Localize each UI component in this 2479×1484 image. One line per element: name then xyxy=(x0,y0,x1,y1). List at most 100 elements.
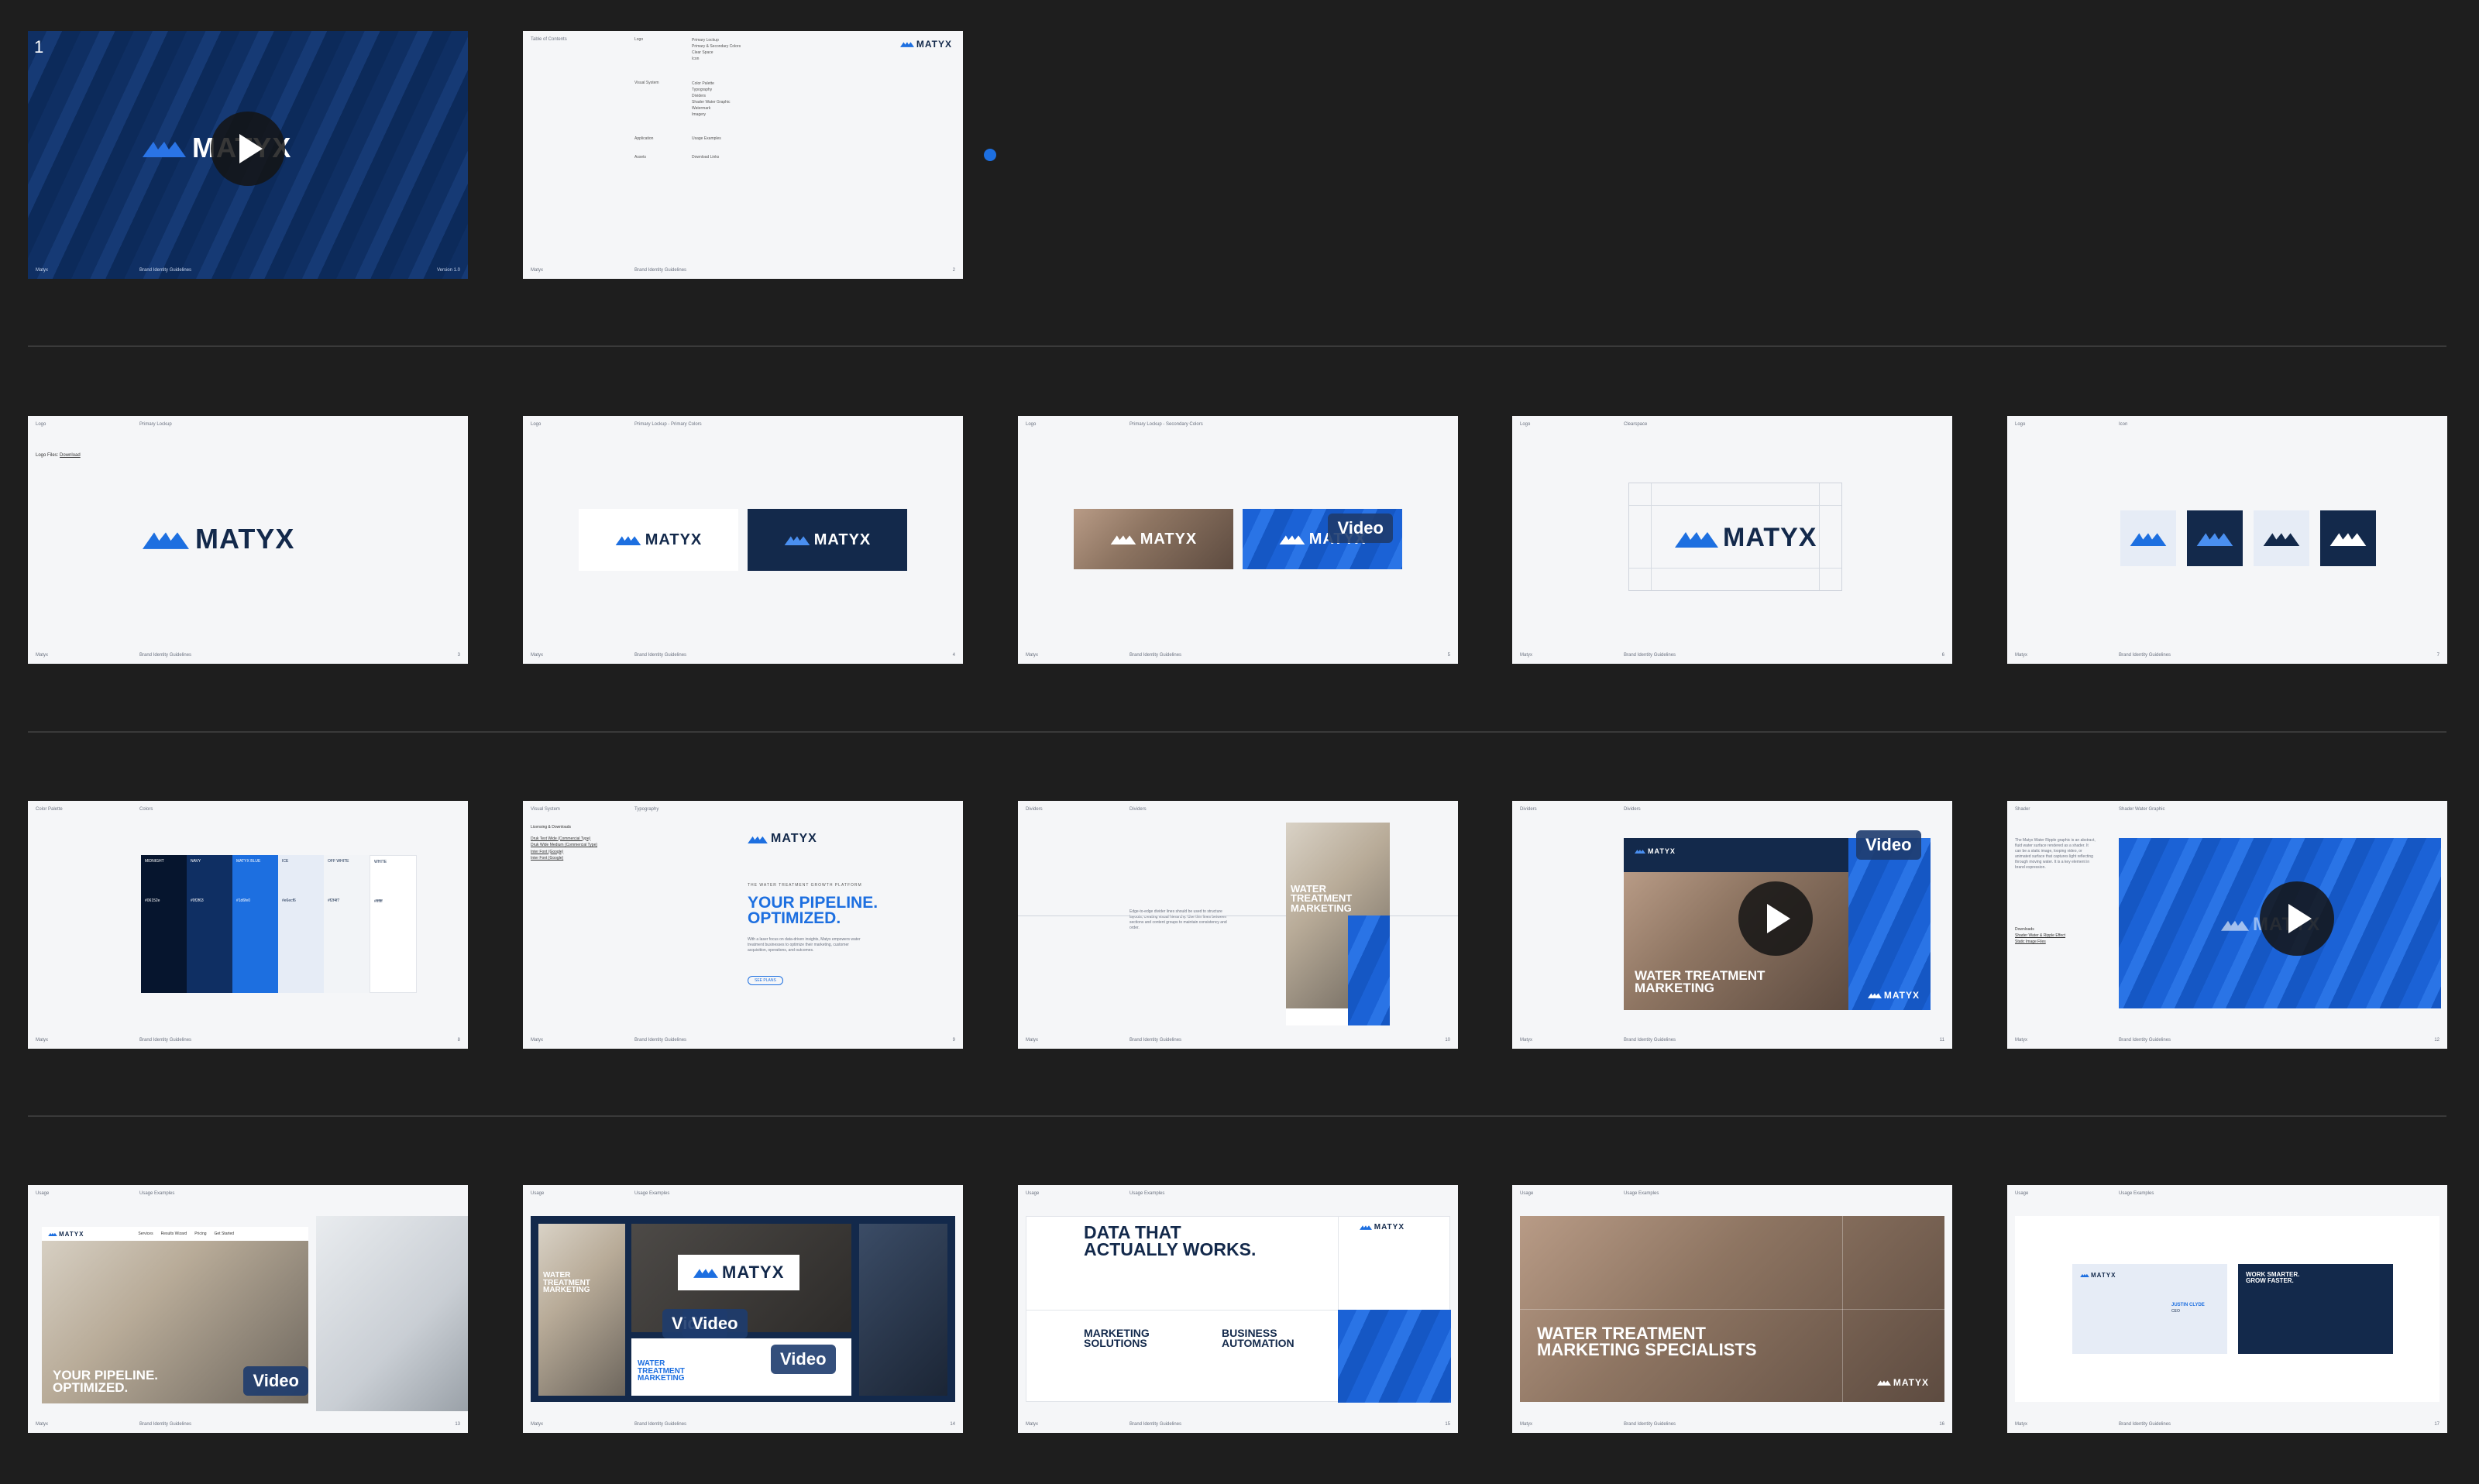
data-headline: DATA THAT ACTUALLY WORKS. xyxy=(1084,1222,1257,1259)
toc-item[interactable]: Shader Water Graphic xyxy=(692,99,731,105)
page-number: 12 xyxy=(2434,1038,2439,1043)
color-swatch[interactable]: NAVY #0f2f63 xyxy=(187,855,232,993)
swatch-hex: #f2f4f7 xyxy=(328,898,340,903)
row-divider xyxy=(28,731,2446,733)
nav-item[interactable]: Services xyxy=(138,1232,153,1236)
slide-16-usage-hero[interactable]: Usage Usage Examples WATER TREATMENT MAR… xyxy=(1512,1185,1952,1433)
slide-7-icon[interactable]: Logo Icon Matyx Brand Identity Guideline… xyxy=(2007,416,2447,664)
play-button[interactable] xyxy=(211,112,285,186)
business-card-back: WORK SMARTER. GROW FASTER. xyxy=(2238,1264,2393,1354)
slide-title: Dividers xyxy=(1129,807,1147,812)
video-badge[interactable]: Video xyxy=(243,1366,308,1396)
toc-item[interactable]: Clear Space xyxy=(692,50,741,56)
slide-3-primary-lockup[interactable]: Logo Primary Lockup Logo Files: Download… xyxy=(28,416,468,664)
color-swatch[interactable]: MIDNIGHT #06152e xyxy=(141,855,187,993)
matyx-mark-icon xyxy=(1867,993,1882,998)
nav-item[interactable]: Get Started xyxy=(215,1232,235,1236)
toc-item[interactable]: Primary & Secondary Colors xyxy=(692,43,741,50)
footer-brand: Matyx xyxy=(1026,1038,1039,1043)
toc-item[interactable]: Imagery xyxy=(692,112,731,118)
nav-item[interactable]: Results Wizard xyxy=(161,1232,187,1236)
color-swatch[interactable]: OFF WHITE #f2f4f7 xyxy=(324,855,370,993)
slide-head: Usage xyxy=(36,1191,50,1196)
download-link[interactable]: Inter Font (Google) xyxy=(531,849,597,856)
slide-15-usage-data[interactable]: Usage Usage Examples DATA THAT ACTUALLY … xyxy=(1018,1185,1458,1433)
toc-item[interactable]: Download Links xyxy=(692,155,719,160)
matyx-mark-icon xyxy=(2196,533,2233,546)
card-headline: WATER TREATMENT MARKETING xyxy=(638,1359,685,1383)
toc-item[interactable]: Typography xyxy=(692,87,731,93)
play-button[interactable] xyxy=(1738,881,1813,956)
footer-title: Brand Identity Guidelines xyxy=(1624,1422,1676,1427)
toc-item[interactable]: Dividers xyxy=(692,93,731,99)
toc-section: Logo xyxy=(634,37,644,42)
slide-10-dividers[interactable]: Dividers Dividers Edge-to-edge divider l… xyxy=(1018,801,1458,1049)
logo-files-link[interactable]: Logo Files: Download xyxy=(36,453,81,458)
matyx-mark-icon xyxy=(1279,535,1305,544)
video-badge[interactable]: Video xyxy=(1328,514,1393,543)
play-button[interactable] xyxy=(2260,881,2334,956)
page-number: 6 xyxy=(1941,653,1944,658)
footer-title: Brand Identity Guidelines xyxy=(2119,1038,2171,1043)
color-swatch[interactable]: ICE #e6ecf6 xyxy=(278,855,324,993)
slide-number: 1 xyxy=(34,37,44,57)
page-number: 17 xyxy=(2434,1422,2439,1427)
matyx-mark-icon xyxy=(784,536,810,545)
matyx-mark-icon xyxy=(2080,1273,2089,1277)
color-swatch[interactable]: WHITE #ffffff xyxy=(370,855,417,993)
download-link[interactable]: Shader Water & Ripple Effect xyxy=(2015,933,2065,939)
footer-brand: Matyx xyxy=(531,1422,544,1427)
slide-6-clearspace[interactable]: Logo Clearspace MATYX Matyx Brand Identi… xyxy=(1512,416,1952,664)
slide-8-colors[interactable]: Color Palette Colors MIDNIGHT #06152e NAVY… xyxy=(28,801,468,1049)
footer-title: Brand Identity Guidelines xyxy=(139,268,192,273)
data-water-panel xyxy=(1338,1310,1451,1403)
footer-brand: Matyx xyxy=(1520,1038,1533,1043)
slide-9-typography[interactable]: Visual System Typography Licensing & Dow… xyxy=(523,801,963,1049)
brand-logo: MATYX xyxy=(48,1231,84,1238)
slide-2-toc[interactable]: Table of Contents MATYX Logo Primary Loc… xyxy=(523,31,963,279)
color-swatch[interactable]: MATYX BLUE #1d6fe0 xyxy=(232,855,278,993)
toc-item[interactable]: Watermark xyxy=(692,105,731,112)
slide-1-cover[interactable]: 1 MATYX Matyx Brand Identity Guidelines … xyxy=(28,31,468,279)
download-link[interactable]: Static Image Files xyxy=(2015,939,2065,945)
toc-item[interactable]: Icon xyxy=(692,56,741,62)
slide-head: Shader xyxy=(2015,807,2030,812)
slide-11-dividers-video[interactable]: Dividers Dividers MATYX WATER TREATMENT … xyxy=(1512,801,1952,1049)
nav-item[interactable]: Pricing xyxy=(194,1232,206,1236)
toc-item[interactable]: Primary Lockup xyxy=(692,37,741,43)
slide-13-usage-website[interactable]: Usage Usage Examples MATYX Services Resu… xyxy=(28,1185,468,1433)
matyx-mark-icon xyxy=(1110,535,1136,544)
logo-on-photo: MATYX xyxy=(1074,509,1233,569)
divider-line xyxy=(1018,915,1458,916)
footer-title: Brand Identity Guidelines xyxy=(1624,653,1676,658)
slide-12-shader[interactable]: Shader Shader Water Graphic The Matyx Wa… xyxy=(2007,801,2447,1049)
download-link[interactable]: Druk Wide Medium (Commercial Type) xyxy=(531,842,597,849)
slide-5-secondary-colors[interactable]: Logo Primary Lockup - Secondary Colors M… xyxy=(1018,416,1458,664)
toc-item[interactable]: Color Palette xyxy=(692,81,731,87)
video-badge[interactable]: Video xyxy=(1856,830,1921,860)
body-copy: Edge-to-edge divider lines should be use… xyxy=(1129,909,1227,930)
footer-title: Brand Identity Guidelines xyxy=(1129,1038,1182,1043)
matyx-mark-icon xyxy=(748,836,768,843)
poster-headline: WATER TREATMENT MARKETING xyxy=(1291,883,1353,914)
page-number: 10 xyxy=(1445,1038,1450,1043)
body-copy: With a laser focus on data-driven insigh… xyxy=(748,937,861,953)
video-headline: WATER TREATMENT MARKETING xyxy=(1635,968,1766,996)
download-link[interactable]: Druk Text Wide (Commercial Type) xyxy=(531,836,597,843)
icon-tile xyxy=(2254,510,2309,566)
see-plans-button[interactable]: SEE PLANS xyxy=(748,976,783,985)
video-badge[interactable]: Video xyxy=(771,1345,836,1374)
video-badge[interactable]: Video xyxy=(682,1309,748,1338)
brand-logo: MATYX xyxy=(1359,1223,1405,1232)
download-link[interactable]: Inter Font (Google) xyxy=(531,855,597,862)
slide-14-usage-collage[interactable]: Usage Usage Examples WATER TREATMENT MAR… xyxy=(523,1185,963,1433)
slide-4-primary-colors[interactable]: Logo Primary Lockup - Primary Colors MAT… xyxy=(523,416,963,664)
swatch-hex: #06152e xyxy=(145,898,160,903)
footer-brand: Matyx xyxy=(531,268,544,273)
selection-dot[interactable] xyxy=(984,149,996,161)
swatch-hex: #e6ecf6 xyxy=(282,898,296,903)
toc-item[interactable]: Usage Examples xyxy=(692,136,721,141)
slide-17-usage-cards[interactable]: Usage Usage Examples MATYX JUSTIN CLYDE … xyxy=(2007,1185,2447,1433)
slide-title: Icon xyxy=(2119,422,2128,427)
icon-tile xyxy=(2187,510,2243,566)
